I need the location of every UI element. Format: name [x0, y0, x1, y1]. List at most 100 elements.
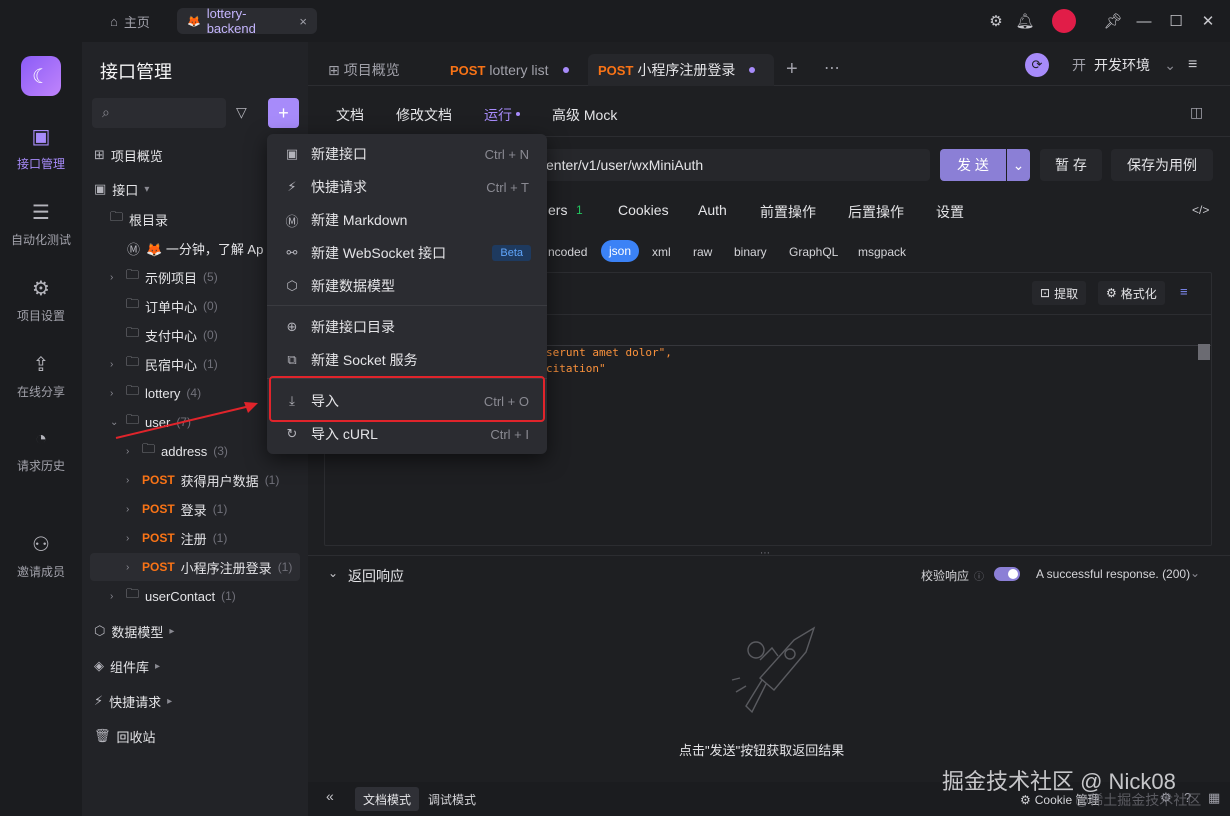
panel-toggle-icon[interactable]: ◫ — [1190, 104, 1203, 121]
tree-item-overview[interactable]: ⊞ 项目概览 — [94, 143, 163, 167]
tab-cookies[interactable]: Cookies — [618, 202, 669, 218]
maximize-icon[interactable]: ☐ — [1166, 11, 1186, 31]
tab-headers[interactable]: ers — [548, 202, 567, 218]
url-input[interactable]: enter/v1/user/wxMiniAuth — [530, 149, 930, 181]
panel-title: 接口管理 — [100, 62, 172, 82]
hamburger-icon[interactable]: ≡ — [1188, 56, 1197, 74]
tree-folder[interactable]: › 🗀 民宿中心 (1) — [110, 352, 218, 376]
bell-icon[interactable]: 🔔︎ — [1015, 11, 1035, 31]
minimize-icon[interactable]: — — [1134, 11, 1154, 31]
code-icon[interactable]: </> — [1192, 203, 1209, 217]
env-selector[interactable]: 开 开发环境 ⌄ — [1060, 50, 1184, 80]
tab-wx-mini-auth[interactable]: POST 小程序注册登录 — [588, 54, 774, 86]
tree-item-doc[interactable]: Ⓜ 🦊 一分钟，了解 Ap — [127, 236, 267, 260]
menu-item-new-websocket[interactable]: ⚯ 新建 WebSocket 接口 Beta — [267, 238, 547, 268]
close-icon[interactable]: × — [299, 14, 307, 29]
tab-post-script[interactable]: 后置操作 — [848, 202, 904, 222]
subnav-run[interactable]: 运行 — [484, 105, 512, 125]
info-icon: ⓘ — [974, 572, 984, 583]
tree-endpoint-selected[interactable]: › POST 小程序注册登录 (1) — [126, 555, 292, 579]
tree-endpoint[interactable]: › POST 登录 (1) — [126, 497, 227, 521]
body-type-msgpack[interactable]: msgpack — [858, 245, 906, 259]
chevron-down-icon[interactable]: ⌄ — [1190, 566, 1200, 580]
body-type-json[interactable]: json — [601, 240, 640, 262]
more-icon[interactable]: ⋯ — [824, 58, 840, 78]
menu-item-import-curl[interactable]: ↻ 导入 cURL Ctrl + I — [267, 419, 547, 449]
subnav-mock[interactable]: 高级 Mock — [552, 105, 617, 125]
body-type-xml[interactable]: xml — [652, 245, 671, 259]
save-as-case-button[interactable]: 保存为用例 — [1111, 149, 1213, 181]
rail-item-invite[interactable]: ⚇ 邀请成员 — [0, 532, 82, 580]
tree-endpoint[interactable]: › POST 获得用户数据 (1) — [126, 468, 279, 492]
tree-item-root[interactable]: 🗀 根目录 — [110, 207, 168, 231]
menu-item-new-socket[interactable]: ⧉ 新建 Socket 服务 — [267, 345, 547, 375]
rail-item-history[interactable]: ◔ 请求历史 — [0, 428, 82, 474]
tree-item-components[interactable]: ◈ 组件库 ▸ — [94, 654, 165, 678]
menu-item-new-api[interactable]: ▣ 新建接口 Ctrl + N — [267, 139, 547, 169]
rocket-illustration-icon — [731, 626, 816, 714]
rail-item-api[interactable]: ▣ 接口管理 — [0, 124, 82, 172]
collapse-icon[interactable]: « — [326, 788, 334, 804]
tree-item-interface[interactable]: ▣ 接口 ▾ — [94, 177, 154, 201]
filter-icon[interactable]: ▽ — [236, 104, 247, 121]
chevron-down-icon[interactable]: ⌄ — [328, 566, 338, 580]
tab-auth[interactable]: Auth — [698, 202, 727, 218]
tab-pre-script[interactable]: 前置操作 — [760, 202, 816, 222]
tree-folder[interactable]: › 🗀 示例项目 (5) — [110, 265, 218, 289]
body-type-raw[interactable]: raw — [693, 245, 712, 259]
doc-mode-button[interactable]: 文档模式 — [355, 787, 420, 811]
wrap-icon[interactable]: ≡ — [1180, 284, 1188, 299]
resize-handle-icon[interactable]: ⋯ — [760, 548, 770, 559]
scrollbar-thumb[interactable] — [1198, 344, 1210, 360]
rail-item-share[interactable]: ⇪ 在线分享 — [0, 352, 82, 400]
tree-folder[interactable]: › 🗀 address (3) — [126, 439, 228, 463]
tab-overview[interactable]: ⊞ 项目概览 — [318, 54, 410, 86]
body-type-binary[interactable]: binary — [734, 245, 767, 259]
tree-item-quick-requests[interactable]: ⚡︎ 快捷请求 ▸ — [94, 689, 177, 713]
avatar[interactable] — [1052, 9, 1076, 33]
menu-item-new-folder[interactable]: ⊕ 新建接口目录 — [267, 312, 547, 342]
tree-folder[interactable]: › 🗀 userContact (1) — [110, 584, 236, 608]
beta-badge: Beta — [492, 245, 531, 261]
menu-item-new-markdown[interactable]: Ⓜ 新建 Markdown — [267, 205, 547, 235]
body-type-graphql[interactable]: GraphQL — [789, 245, 838, 259]
extract-button[interactable]: ⊡ 提取 — [1032, 281, 1087, 305]
home-tab[interactable]: ⌂ 主页 — [100, 8, 160, 34]
body-type-form-urlencoded[interactable]: ncoded — [548, 245, 587, 259]
add-button[interactable]: + — [268, 98, 299, 128]
api-new-icon: ▣ — [285, 146, 299, 161]
overview-icon: ⊞ — [94, 147, 105, 162]
chevron-right-icon: › — [126, 474, 130, 486]
chevron-right-icon: › — [126, 503, 130, 515]
tree-endpoint[interactable]: › POST 注册 (1) — [126, 526, 227, 550]
add-tab-icon[interactable]: + — [786, 58, 798, 81]
layout-icon[interactable]: ▦ — [1208, 790, 1220, 806]
tree-folder[interactable]: 🗀 订单中心 (0) — [110, 294, 218, 318]
debug-mode-button[interactable]: 调试模式 — [428, 791, 476, 808]
project-tab[interactable]: 🦊 lottery-backend × — [177, 6, 317, 36]
code-line: serunt amet dolor", — [546, 346, 672, 359]
format-button[interactable]: ⚙ 格式化 — [1098, 281, 1165, 305]
subnav-doc[interactable]: 文档 — [336, 105, 364, 125]
response-status[interactable]: A successful response. (200) — [1036, 567, 1190, 581]
tree-item-trash[interactable]: 🗑︎ 回收站 — [94, 724, 156, 748]
tree-search-input[interactable]: ⌕ — [92, 98, 226, 128]
menu-item-new-data-model[interactable]: ⬡ 新建数据模型 — [267, 271, 547, 301]
tree-folder[interactable]: 🗀 支付中心 (0) — [110, 323, 218, 347]
menu-item-quick-request[interactable]: ⚡︎ 快捷请求 Ctrl + T — [267, 172, 547, 202]
tree-item-data-models[interactable]: ⬡ 数据模型 ▸ — [94, 619, 179, 643]
save-button[interactable]: 暂 存 — [1040, 149, 1102, 181]
tab-settings[interactable]: 设置 — [936, 202, 964, 222]
tab-lottery-list[interactable]: POST lottery list — [440, 54, 579, 86]
send-dropdown-chevron-icon[interactable]: ⌄ — [1007, 149, 1030, 181]
validate-toggle[interactable] — [994, 567, 1020, 581]
subnav-edit-doc[interactable]: 修改文档 — [396, 105, 452, 125]
rail-item-automation[interactable]: ☰ 自动化测试 — [0, 200, 82, 248]
gear-icon[interactable]: ⚙ — [986, 11, 1006, 31]
sync-icon[interactable]: ⟳ — [1025, 53, 1049, 77]
rail-item-settings[interactable]: ⚙ 项目设置 — [0, 276, 82, 324]
window-close-icon[interactable]: ✕ — [1198, 11, 1218, 31]
extract-icon: ⊡ — [1040, 286, 1051, 300]
send-button[interactable]: 发 送 — [940, 149, 1006, 181]
pin-icon[interactable]: 📌︎ — [1103, 11, 1123, 31]
